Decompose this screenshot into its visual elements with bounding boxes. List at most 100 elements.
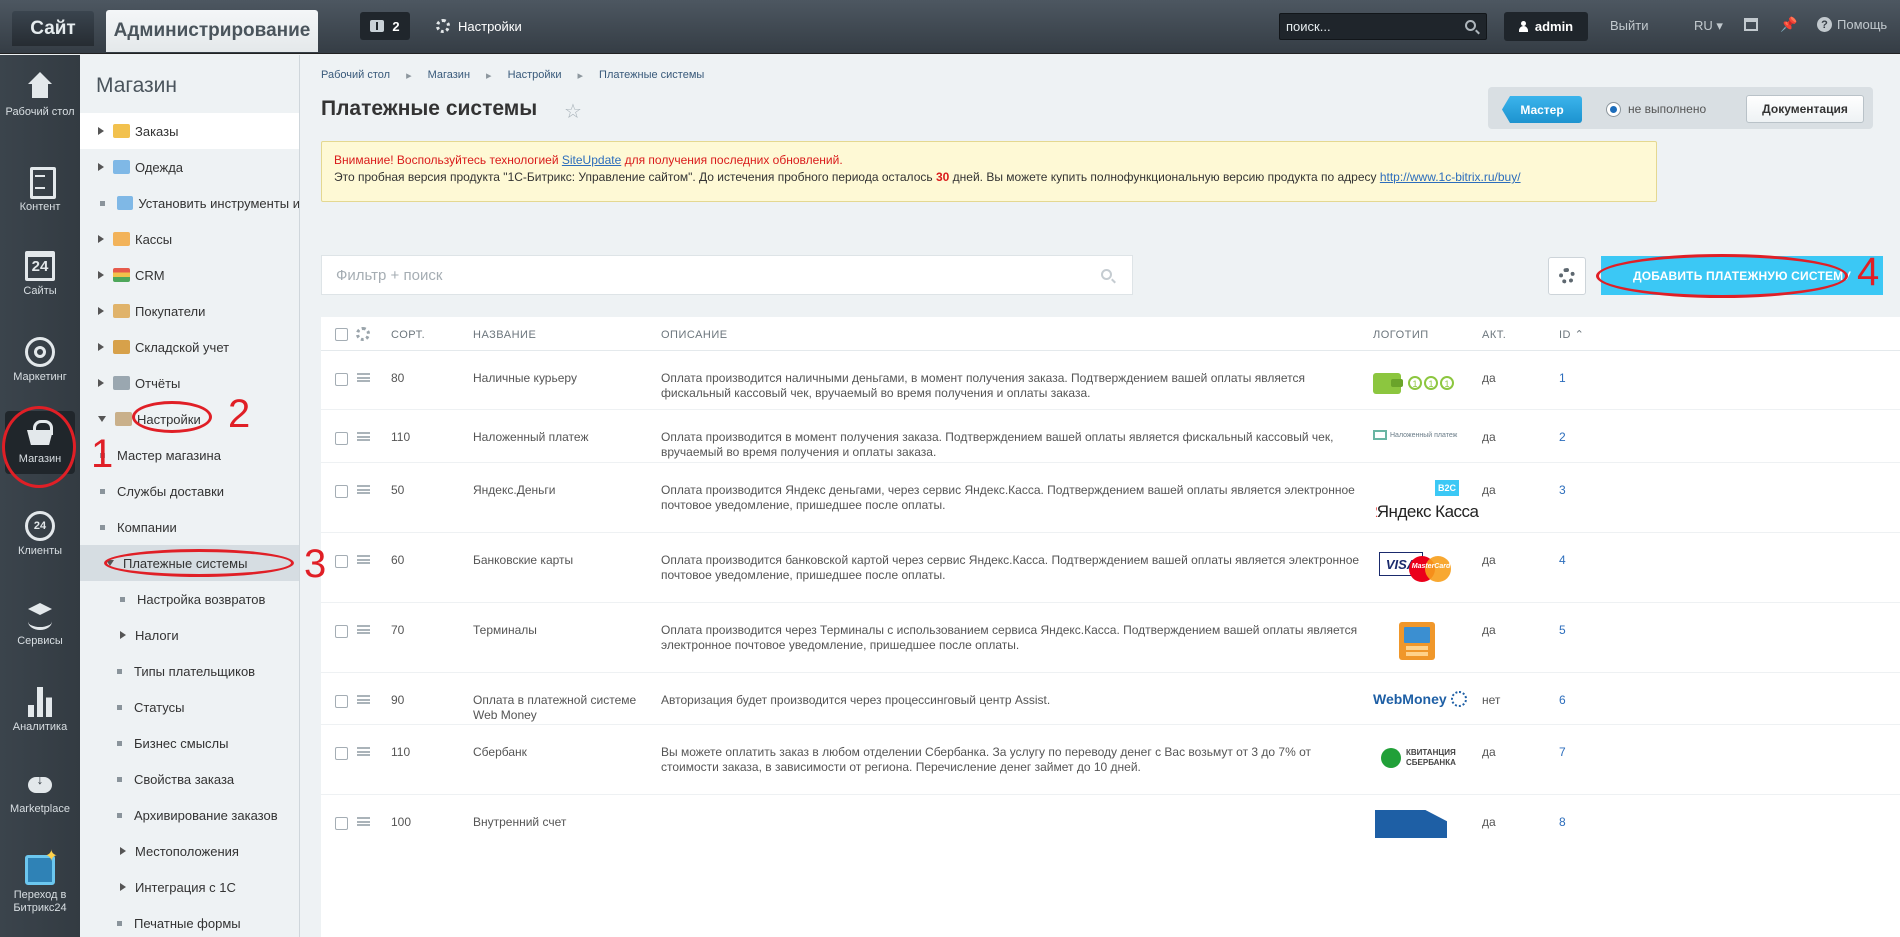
menu-services[interactable]: Сервисы xyxy=(0,601,80,648)
menu-analytics[interactable]: Аналитика xyxy=(0,687,80,734)
col-id[interactable]: ID ⌃ xyxy=(1559,317,1584,351)
grid-settings-button[interactable] xyxy=(1548,257,1586,295)
menu-desktop[interactable]: Рабочий стол xyxy=(0,72,80,119)
chevron-right-icon[interactable] xyxy=(120,847,126,855)
tree-item-install-tools[interactable]: Установить инструменты и xyxy=(80,185,299,221)
settings-link[interactable]: Настройки xyxy=(436,12,522,40)
tree-item-1c-integration[interactable]: Интеграция с 1С xyxy=(80,869,299,905)
cell-name[interactable]: Яндекс.Деньги xyxy=(473,483,643,498)
select-all-checkbox[interactable] xyxy=(335,328,348,341)
cell-id[interactable]: 2 xyxy=(1559,430,1566,445)
notifications-button[interactable]: 2 xyxy=(360,12,410,40)
row-menu-icon[interactable] xyxy=(357,555,370,564)
buy-link[interactable]: http://www.1c-bitrix.ru/buy/ xyxy=(1380,170,1521,184)
cell-id[interactable]: 3 xyxy=(1559,483,1566,498)
tree-item-cashboxes[interactable]: Кассы xyxy=(80,221,299,257)
cell-name[interactable]: Наличные курьеру xyxy=(473,371,643,386)
table-row[interactable]: 110 Наложенный платеж Оплата производитс… xyxy=(321,411,1900,463)
menu-content[interactable]: Контент xyxy=(0,167,80,214)
row-checkbox[interactable] xyxy=(335,747,348,760)
row-menu-icon[interactable] xyxy=(357,625,370,634)
table-row[interactable]: 100 Внутренний счет да 8 xyxy=(321,796,1900,856)
tree-item-taxes[interactable]: Налоги xyxy=(80,617,299,653)
user-menu[interactable]: admin xyxy=(1504,12,1588,41)
breadcrumb-payment-systems[interactable]: Платежные системы xyxy=(599,69,704,82)
table-row[interactable]: 60 Банковские карты Оплата производится … xyxy=(321,534,1900,603)
chevron-right-icon[interactable] xyxy=(98,343,104,351)
table-row[interactable]: 50 Яндекс.Деньги Оплата производится Янд… xyxy=(321,464,1900,533)
tree-item-business-meanings[interactable]: Бизнес смыслы xyxy=(80,725,299,761)
gear-icon[interactable] xyxy=(356,327,370,341)
tree-item-order-properties[interactable]: Свойства заказа xyxy=(80,761,299,797)
row-menu-icon[interactable] xyxy=(357,747,370,756)
col-description[interactable]: ОПИСАНИЕ xyxy=(661,317,728,351)
breadcrumb-shop[interactable]: Магазин xyxy=(428,69,470,82)
chevron-right-icon[interactable] xyxy=(120,631,126,639)
chevron-right-icon[interactable] xyxy=(120,883,126,891)
row-checkbox[interactable] xyxy=(335,695,348,708)
tree-item-companies[interactable]: Компании xyxy=(80,509,299,545)
row-checkbox[interactable] xyxy=(335,373,348,386)
tab-administration[interactable]: Администрирование xyxy=(106,10,318,52)
tree-item-crm[interactable]: CRM xyxy=(80,257,299,293)
row-menu-icon[interactable] xyxy=(357,817,370,826)
cell-name[interactable]: Терминалы xyxy=(473,623,643,638)
menu-marketplace[interactable]: Marketplace xyxy=(0,769,80,816)
siteupdate-link[interactable]: SiteUpdate xyxy=(562,153,621,167)
tree-item-locations[interactable]: Местоположения xyxy=(80,833,299,869)
cell-name[interactable]: Оплата в платежной системе Web Money xyxy=(473,693,643,723)
col-active[interactable]: АКТ. xyxy=(1482,317,1506,351)
cell-name[interactable]: Наложенный платеж xyxy=(473,430,643,445)
chevron-right-icon[interactable] xyxy=(98,379,104,387)
documentation-button[interactable]: Документация xyxy=(1746,95,1864,123)
table-row[interactable]: 70 Терминалы Оплата производится через Т… xyxy=(321,604,1900,673)
help-link[interactable]: ? Помощь xyxy=(1817,17,1887,32)
row-menu-icon[interactable] xyxy=(357,432,370,441)
chevron-down-icon[interactable] xyxy=(98,416,106,422)
cell-name[interactable]: Сбербанк xyxy=(473,745,643,760)
pin-icon[interactable]: 📌 xyxy=(1780,16,1797,32)
row-checkbox[interactable] xyxy=(335,555,348,568)
search-icon[interactable] xyxy=(1101,269,1112,280)
table-row[interactable]: 110 Сбербанк Вы можете оплатить заказ в … xyxy=(321,726,1900,795)
menu-sites[interactable]: 24 Сайты xyxy=(0,251,80,298)
table-row[interactable]: 90 Оплата в платежной системе Web Money … xyxy=(321,674,1900,725)
top-search-input[interactable]: поиск... xyxy=(1279,13,1487,40)
row-menu-icon[interactable] xyxy=(357,373,370,382)
row-menu-icon[interactable] xyxy=(357,485,370,494)
filter-search-input[interactable] xyxy=(336,266,1036,284)
logout-link[interactable]: Выйти xyxy=(1610,18,1649,33)
tree-item-refund-settings[interactable]: Настройка возвратов xyxy=(80,581,299,617)
breadcrumb-settings[interactable]: Настройки xyxy=(508,69,562,82)
col-sort[interactable]: СОРТ. xyxy=(391,317,425,351)
cell-id[interactable]: 5 xyxy=(1559,623,1566,638)
tree-item-delivery[interactable]: Службы доставки xyxy=(80,473,299,509)
chevron-right-icon[interactable] xyxy=(98,127,104,135)
table-row[interactable]: 80 Наличные курьеру Оплата производится … xyxy=(321,352,1900,410)
chevron-right-icon[interactable] xyxy=(98,163,104,171)
tree-item-reports[interactable]: Отчёты xyxy=(80,365,299,401)
cell-id[interactable]: 4 xyxy=(1559,553,1566,568)
cell-id[interactable]: 1 xyxy=(1559,371,1566,386)
cell-id[interactable]: 7 xyxy=(1559,745,1566,760)
wizard-status-radio[interactable] xyxy=(1606,102,1621,117)
chevron-right-icon[interactable] xyxy=(98,307,104,315)
tree-item-customers[interactable]: Покупатели xyxy=(80,293,299,329)
row-menu-icon[interactable] xyxy=(357,695,370,704)
tab-site[interactable]: Сайт xyxy=(12,11,94,46)
wizard-button[interactable]: Мастер xyxy=(1502,96,1582,123)
cell-name[interactable]: Банковские карты xyxy=(473,553,643,568)
row-checkbox[interactable] xyxy=(335,817,348,830)
cell-id[interactable]: 8 xyxy=(1559,815,1566,830)
cell-name[interactable]: Внутренний счет xyxy=(473,815,643,830)
favorite-star-icon[interactable]: ☆ xyxy=(564,99,582,124)
row-checkbox[interactable] xyxy=(335,432,348,445)
menu-marketing[interactable]: Маркетинг xyxy=(0,337,80,384)
tree-item-payer-types[interactable]: Типы плательщиков xyxy=(80,653,299,689)
chevron-right-icon[interactable] xyxy=(98,271,104,279)
cell-id[interactable]: 6 xyxy=(1559,693,1566,708)
menu-clients[interactable]: 24 Клиенты xyxy=(0,511,80,558)
col-name[interactable]: НАЗВАНИЕ xyxy=(473,317,536,351)
calendar-icon[interactable] xyxy=(1744,18,1758,31)
menu-bitrix24[interactable]: Переход в Битрикс24 xyxy=(0,850,80,915)
